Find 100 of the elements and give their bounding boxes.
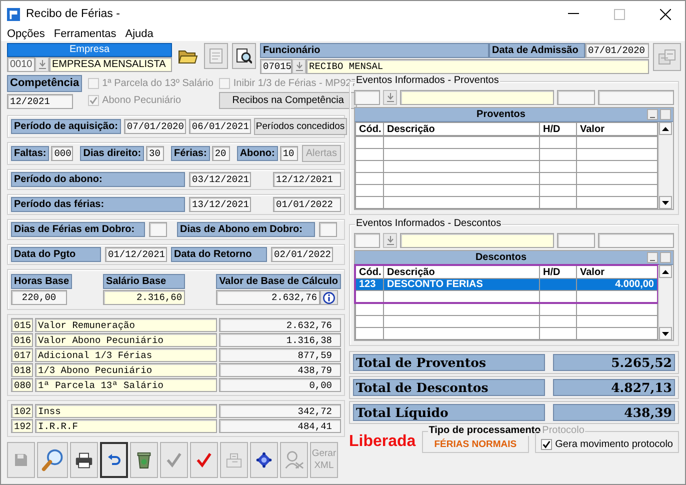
checkbox[interactable]: [541, 438, 552, 450]
date-field[interactable]: 07/01/2020: [124, 119, 186, 134]
input-field[interactable]: [598, 233, 674, 248]
employee-name-field[interactable]: RECIBO MENSAL: [306, 59, 649, 74]
field-label: Valor de Base de Cálculo: [216, 274, 341, 289]
total-label: Total Líquido: [353, 404, 545, 421]
save-icon: [14, 453, 28, 467]
value-field[interactable]: 220,00: [11, 290, 67, 305]
menu-item[interactable]: Opções: [7, 27, 45, 41]
employee-header: Funcionário: [260, 43, 489, 58]
column-header: Valor: [576, 122, 658, 136]
date-field[interactable]: 01/01/2022: [273, 197, 341, 212]
value-field[interactable]: 2.316,60: [103, 290, 186, 305]
event-field[interactable]: [400, 90, 554, 105]
group-title: Eventos Informados - Descontos: [355, 218, 502, 229]
days-field[interactable]: 000: [51, 146, 74, 161]
up-arrow-icon[interactable]: [662, 270, 669, 274]
value-field[interactable]: 2.632,76: [216, 290, 320, 305]
person-icon: [284, 450, 304, 470]
info-button[interactable]: [320, 290, 338, 305]
scrollbar[interactable]: [658, 122, 673, 209]
search-icon: [40, 448, 64, 472]
competence-field[interactable]: 12/2021: [7, 94, 73, 109]
transfer-icon: [225, 452, 243, 468]
days-field[interactable]: 10: [280, 146, 298, 161]
checkbox-label: Gera movimento protocolo: [555, 438, 673, 450]
description-field: Inss: [35, 404, 217, 418]
menu-item[interactable]: Ajuda: [125, 27, 154, 41]
date-field[interactable]: 02/01/2022: [271, 247, 333, 262]
employee-code-field[interactable]: 07015: [260, 59, 292, 74]
value-field: 1.316,38: [219, 333, 341, 347]
field-label: Horas Base: [11, 274, 72, 289]
arrow-icon: [386, 93, 394, 102]
description-field: Valor Remuneração: [35, 318, 217, 332]
table-cell: DESCONTO FERIAS: [384, 278, 540, 290]
column-header: H/D: [540, 122, 576, 136]
field-label: Dias de Abono em Dobro:: [177, 222, 315, 237]
input-field[interactable]: [557, 233, 595, 248]
grid-title: Descontos: [474, 252, 528, 263]
toolbar-button[interactable]: [130, 442, 158, 478]
lookup-button[interactable]: [292, 59, 306, 74]
company-code-field[interactable]: 0010: [7, 57, 35, 72]
company-name-field[interactable]: EMPRESA MENSALISTA: [49, 57, 172, 72]
field-label: Dias direito:: [80, 146, 144, 161]
input-field[interactable]: [598, 90, 674, 105]
days-field[interactable]: [149, 222, 167, 237]
scrollbar[interactable]: [658, 265, 673, 340]
lookup-button[interactable]: [35, 57, 49, 72]
description-field: I.R.R.F: [35, 419, 217, 433]
field-label: Data do Retorno: [171, 247, 267, 262]
lookup-button[interactable]: [383, 233, 397, 248]
days-field[interactable]: [319, 222, 337, 237]
code-field: 016: [11, 333, 33, 347]
date-field[interactable]: 01/12/2021: [105, 247, 167, 262]
input-field[interactable]: [557, 90, 595, 105]
code-field: 015: [11, 318, 33, 332]
code-field[interactable]: [354, 233, 380, 248]
folder-icon[interactable]: [178, 48, 198, 64]
checkbox-label: 1ª Parcela do 13º Salário: [102, 78, 214, 89]
field-label: Dias de Férias em Dobro:: [11, 222, 145, 237]
date-field[interactable]: 03/12/2021: [189, 172, 251, 187]
table-row[interactable]: 123 DESCONTO FERIAS 4.000,00: [356, 278, 658, 290]
days-field[interactable]: 20: [212, 146, 230, 161]
column-header: Descrição: [384, 122, 540, 136]
total-value: 438,39: [552, 404, 675, 421]
check-icon: [196, 452, 212, 468]
down-arrow-icon[interactable]: [662, 332, 669, 336]
field-label: Salário Base: [103, 274, 186, 289]
date-field[interactable]: 06/01/2021: [188, 119, 251, 134]
toolbar-button[interactable]: [250, 442, 278, 478]
receipts-button[interactable]: Recibos na Competência: [219, 92, 357, 109]
field-label: Período do abono:: [11, 172, 185, 187]
diagram-button[interactable]: [653, 43, 681, 71]
down-arrow-icon[interactable]: [662, 200, 669, 204]
menu-item[interactable]: Ferramentas: [54, 27, 116, 41]
competence-label: Competência: [7, 75, 82, 92]
code-field: 018: [11, 363, 33, 377]
code-field[interactable]: [354, 90, 380, 105]
company-header: Empresa: [7, 43, 172, 57]
search-icon: [236, 48, 252, 64]
admission-label: Data de Admissão: [489, 43, 585, 58]
toolbar-button[interactable]: [100, 442, 128, 478]
value-field: 0,00: [219, 378, 341, 392]
toolbar-button[interactable]: [70, 442, 98, 478]
up-arrow-icon[interactable]: [662, 126, 669, 130]
search-button[interactable]: [232, 43, 256, 69]
date-field[interactable]: 13/12/2021: [189, 197, 251, 212]
admission-date-field[interactable]: 07/01/2020: [585, 43, 649, 58]
processing-type: FÉRIAS NORMAIS: [434, 438, 517, 450]
lookup-button[interactable]: [383, 90, 397, 105]
field-label: Período de aquisição:: [11, 119, 121, 134]
days-field[interactable]: 30: [146, 146, 164, 161]
periods-button[interactable]: Períodos concedidos: [254, 118, 347, 135]
app-icon: [7, 8, 20, 20]
column-header: Cód.: [356, 122, 384, 136]
group-title: Tipo de processamento: [428, 425, 542, 436]
window-title: Recibo de Férias -: [26, 8, 120, 20]
grid-title: Proventos: [476, 109, 526, 120]
date-field[interactable]: 12/12/2021: [273, 172, 341, 187]
event-field[interactable]: [400, 233, 554, 248]
